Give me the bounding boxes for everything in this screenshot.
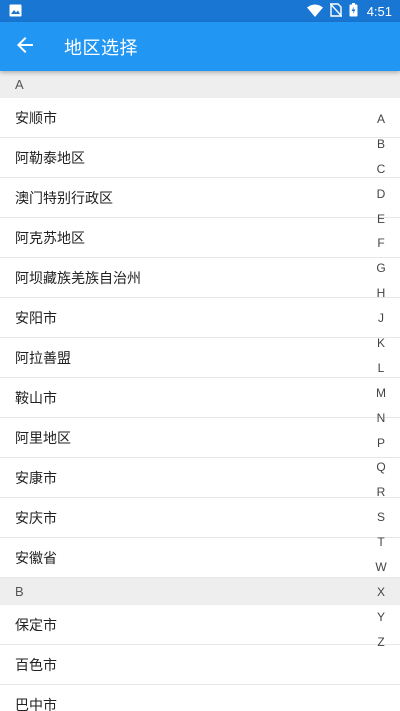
list-item-label: 保定市 <box>15 617 57 634</box>
list-item[interactable]: 阿坝藏族羌族自治州 <box>0 258 400 298</box>
list-item[interactable]: 安康市 <box>0 458 400 498</box>
section-header: B <box>0 578 400 605</box>
index-letter[interactable]: X <box>373 580 389 605</box>
list-item-label: 阿坝藏族羌族自治州 <box>15 270 141 287</box>
index-letter[interactable]: S <box>373 505 389 530</box>
list-item[interactable]: 阿勒泰地区 <box>0 138 400 178</box>
status-bar: 4:51 <box>0 0 400 22</box>
index-letter[interactable]: H <box>373 281 389 306</box>
index-letter[interactable]: Z <box>373 630 389 655</box>
index-letter[interactable]: Y <box>373 605 389 630</box>
index-letter[interactable]: A <box>373 107 389 132</box>
arrow-back-icon <box>16 36 34 58</box>
index-letter[interactable]: G <box>373 256 389 281</box>
list-item-label: 阿勒泰地区 <box>15 150 85 167</box>
list-item-label: 鞍山市 <box>15 390 57 407</box>
image-icon <box>9 2 22 21</box>
list-item-label: 安康市 <box>15 470 57 487</box>
index-letter[interactable]: M <box>373 381 389 406</box>
index-letter[interactable]: J <box>373 306 389 331</box>
list-item-label: 安阳市 <box>15 310 57 327</box>
list-item-label: 阿克苏地区 <box>15 230 85 247</box>
app-bar: 地区选择 <box>0 22 400 71</box>
index-letter[interactable]: L <box>373 356 389 381</box>
wifi-icon <box>306 2 323 21</box>
list-item-label: 澳门特别行政区 <box>15 190 113 207</box>
alphabet-index-bar[interactable]: ABCDEFGHJKLMNPQRSTWXYZ <box>373 107 389 655</box>
list-item[interactable]: 阿拉善盟 <box>0 338 400 378</box>
index-letter[interactable]: P <box>373 431 389 456</box>
list-item[interactable]: 安阳市 <box>0 298 400 338</box>
list-item[interactable]: 澳门特别行政区 <box>0 178 400 218</box>
index-letter[interactable]: F <box>373 231 389 256</box>
index-letter[interactable]: R <box>373 480 389 505</box>
list-item[interactable]: 保定市 <box>0 605 400 645</box>
list-item-label: 百色市 <box>15 657 57 674</box>
index-letter[interactable]: D <box>373 182 389 207</box>
region-list[interactable]: A 安顺市阿勒泰地区澳门特别行政区 阿克苏地区阿坝藏族羌族自治州 安阳市阿拉善盟鞍山市… <box>0 71 400 711</box>
list-item[interactable]: 阿里地区 <box>0 418 400 458</box>
index-letter[interactable]: Q <box>373 455 389 480</box>
list-item[interactable]: 百色市 <box>0 645 400 685</box>
no-sim-icon <box>329 2 343 21</box>
index-letter[interactable]: K <box>373 331 389 356</box>
list-item[interactable]: 安庆市 <box>0 498 400 538</box>
section-header: A <box>0 71 400 98</box>
page-title: 地区选择 <box>64 37 138 59</box>
index-letter[interactable]: C <box>373 157 389 182</box>
list-item[interactable]: 巴中市 <box>0 685 400 711</box>
list-item-label: 安庆市 <box>15 510 57 527</box>
list-item[interactable]: 安徽省 <box>0 538 400 578</box>
index-letter[interactable]: W <box>373 555 389 580</box>
index-letter[interactable]: N <box>373 406 389 431</box>
index-letter[interactable]: T <box>373 530 389 555</box>
list-item-label: 阿里地区 <box>15 430 71 447</box>
list-item[interactable]: 阿克苏地区 <box>0 218 400 258</box>
list-item-label: 安徽省 <box>15 550 57 567</box>
battery-icon <box>349 2 358 21</box>
back-button[interactable] <box>0 22 50 71</box>
status-time: 4:51 <box>366 3 392 19</box>
index-letter[interactable]: B <box>373 132 389 157</box>
list-item[interactable]: 鞍山市 <box>0 378 400 418</box>
list-item-label: 安顺市 <box>15 110 57 127</box>
list-item-label: 阿拉善盟 <box>15 350 71 367</box>
index-letter[interactable]: E <box>373 207 389 232</box>
list-item-label: 巴中市 <box>15 697 57 711</box>
list-item[interactable]: 安顺市 <box>0 98 400 138</box>
